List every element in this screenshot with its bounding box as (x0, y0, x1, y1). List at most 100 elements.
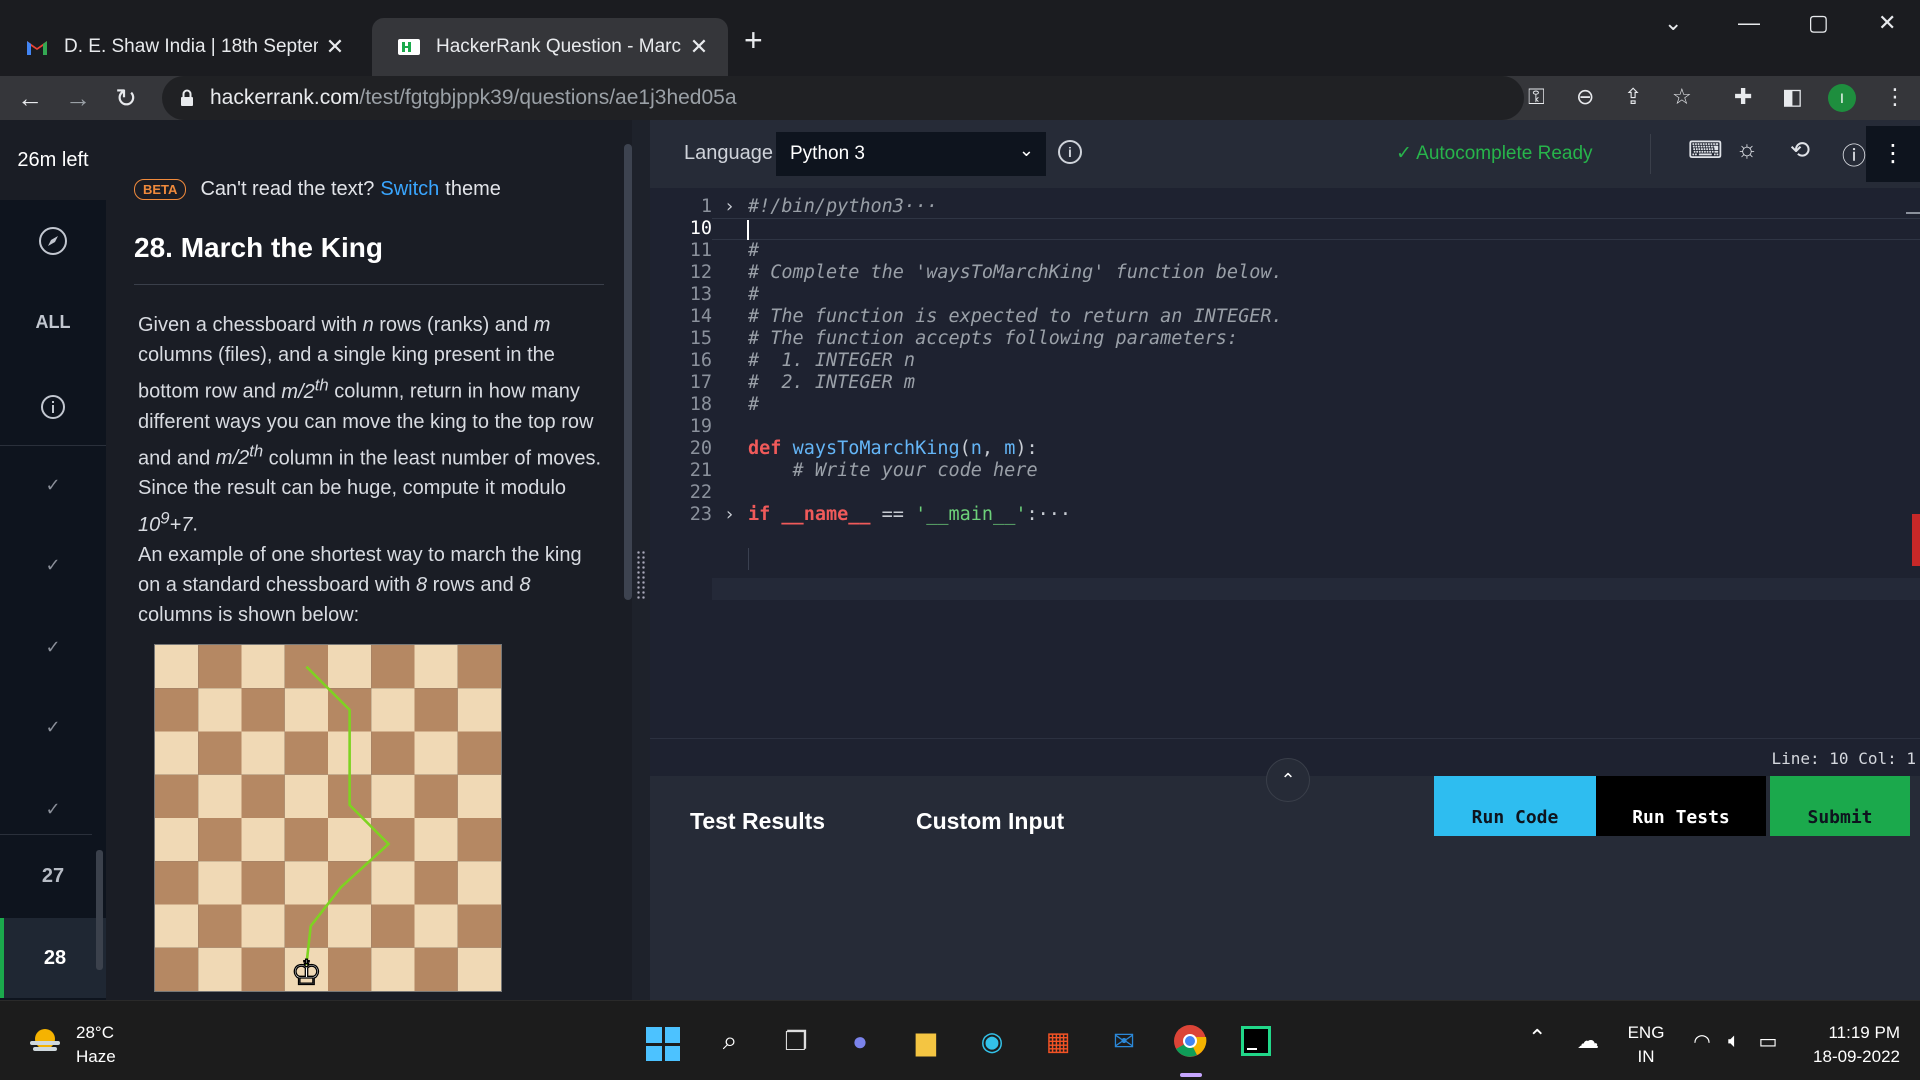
run-code-button[interactable]: Run Code (1434, 776, 1596, 836)
clock-date[interactable]: 18-09-2022 (1800, 1047, 1900, 1067)
all-questions-button[interactable]: ALL (0, 300, 106, 344)
language-indicator[interactable]: ENG (1626, 1023, 1666, 1043)
onedrive-cloud-icon[interactable]: ☁ (1570, 1023, 1606, 1059)
history-icon[interactable]: ⟲ (1790, 136, 1810, 165)
code-line: # (748, 284, 760, 305)
submit-button[interactable]: Submit (1770, 776, 1910, 836)
board-square (414, 645, 458, 689)
volume-icon[interactable]: 🔈︎ (1716, 1023, 1752, 1059)
completed-check-icon[interactable]: ✓ (0, 622, 106, 672)
tab-hackerrank[interactable]: HackerRank Question - March th ✕ (372, 18, 728, 76)
rail-scrollbar[interactable] (96, 850, 103, 970)
board-square (155, 688, 199, 732)
keyboard-icon[interactable]: ⌨ (1688, 136, 1723, 165)
clock-time[interactable]: 11:19 PM (1800, 1023, 1900, 1043)
board-square (457, 645, 501, 689)
question-27-button[interactable]: 27 (0, 848, 106, 904)
compass-icon[interactable] (0, 216, 106, 266)
problem-scrollbar[interactable] (624, 144, 632, 600)
tab-test-results[interactable]: Test Results (690, 808, 825, 835)
mail-icon[interactable]: ✉ (1106, 1023, 1142, 1059)
theme-notice-suffix: theme (445, 178, 501, 200)
board-square (414, 861, 458, 905)
panel-splitter[interactable] (632, 120, 650, 1000)
help-icon[interactable]: ⓘ (1842, 136, 1866, 171)
drag-handle-icon[interactable] (636, 550, 646, 600)
board-square (328, 645, 372, 689)
code-line: #!/bin/python3··· (748, 196, 938, 217)
info-icon[interactable] (0, 382, 106, 432)
chevron-up-icon[interactable]: ⌃ (1528, 1025, 1546, 1051)
active-app-indicator (1180, 1073, 1202, 1077)
theme-notice-text: Can't read the text? (200, 178, 375, 200)
weather-haze-icon[interactable] (28, 1027, 62, 1055)
browser-menu-icon[interactable]: ⋮ (1884, 84, 1906, 110)
chrome-icon[interactable] (1172, 1023, 1208, 1059)
profile-avatar[interactable]: I (1828, 84, 1856, 112)
error-marker (1912, 514, 1920, 566)
theme-notice: BETA Can't read the text? Switch theme (134, 178, 501, 201)
more-options-icon[interactable]: ⋮ (1866, 126, 1920, 182)
start-windows-icon[interactable] (646, 1027, 680, 1061)
close-tab-icon[interactable]: ✕ (324, 34, 346, 60)
board-square (198, 818, 242, 862)
line-number: 19 (689, 416, 712, 437)
edge-icon[interactable]: ◉ (974, 1023, 1010, 1059)
language-select[interactable]: Python 3 ⌄ (776, 132, 1046, 176)
completed-check-icon[interactable]: ✓ (0, 702, 106, 752)
battery-icon[interactable]: ▭ (1750, 1023, 1786, 1059)
share-icon[interactable]: ⇪ (1624, 84, 1642, 110)
weather-condition: Haze (76, 1047, 116, 1066)
reload-icon[interactable]: ↻ (106, 76, 146, 120)
close-tab-icon[interactable]: ✕ (688, 34, 710, 60)
file-explorer-icon[interactable]: ▆ (908, 1023, 944, 1059)
forward-icon[interactable]: → (58, 76, 98, 120)
completed-check-icon[interactable]: ✓ (0, 460, 106, 510)
minimize-icon[interactable]: — (1738, 10, 1760, 36)
search-icon[interactable]: ⌕ (712, 1023, 748, 1059)
question-navigation-rail: 26m left ALL ✓ ✓ ✓ ✓ ✓ 27 28 (0, 120, 106, 1000)
board-square (155, 645, 199, 689)
wifi-icon[interactable]: ◠ (1684, 1023, 1720, 1059)
info-icon[interactable]: i (1058, 140, 1082, 164)
maximize-icon[interactable]: ▢ (1808, 10, 1829, 36)
side-panel-icon[interactable]: ◧ (1782, 84, 1803, 110)
tab-title: HackerRank Question - March th (436, 36, 682, 57)
completed-check-icon[interactable]: ✓ (0, 540, 106, 590)
chevron-up-icon[interactable]: ⌃ (1266, 758, 1310, 802)
task-view-icon[interactable]: ❐ (778, 1023, 814, 1059)
question-28-button[interactable]: 28 (0, 918, 106, 998)
completed-check-icon[interactable]: ✓ (0, 784, 106, 834)
address-bar[interactable]: hackerrank.com/test/fgtgbjppk39/question… (162, 76, 1692, 120)
board-square (198, 731, 242, 775)
board-square (198, 688, 242, 732)
fold-chevron-icon[interactable]: › (724, 504, 735, 525)
board-square (457, 731, 501, 775)
autocomplete-status[interactable]: ✓ Autocomplete Ready (1396, 142, 1593, 165)
run-tests-button[interactable]: Run Tests (1596, 776, 1766, 836)
close-window-icon[interactable]: ✕ (1878, 10, 1896, 36)
board-square (241, 731, 285, 775)
board-square (284, 818, 328, 862)
board-square (241, 861, 285, 905)
chessboard-image: ♔ (154, 644, 502, 992)
tab-gmail[interactable]: D. E. Shaw India | 18th Septembe ✕ (0, 18, 364, 76)
line-number: 20 (689, 438, 712, 459)
back-icon[interactable]: ← (10, 76, 50, 120)
microsoft-store-icon[interactable]: ▦ (1040, 1023, 1076, 1059)
zoom-icon[interactable]: ⊖ (1576, 84, 1594, 110)
board-square (414, 774, 458, 818)
extensions-icon[interactable]: ✚ (1734, 84, 1752, 110)
theme-sun-icon[interactable]: ☼ (1736, 136, 1758, 164)
board-square (457, 688, 501, 732)
bookmark-star-icon[interactable]: ☆ (1672, 84, 1692, 110)
region-indicator[interactable]: IN (1626, 1047, 1666, 1067)
teams-chat-icon[interactable]: ● (842, 1023, 878, 1059)
pycharm-icon[interactable] (1238, 1023, 1274, 1059)
fold-chevron-icon[interactable]: › (724, 196, 735, 217)
new-tab-icon[interactable]: + (744, 22, 763, 59)
tab-search-icon[interactable]: ⌄ (1664, 10, 1682, 36)
tab-custom-input[interactable]: Custom Input (916, 808, 1064, 835)
password-key-icon[interactable]: ⚿ (1528, 84, 1545, 110)
switch-theme-link[interactable]: Switch (380, 178, 439, 201)
